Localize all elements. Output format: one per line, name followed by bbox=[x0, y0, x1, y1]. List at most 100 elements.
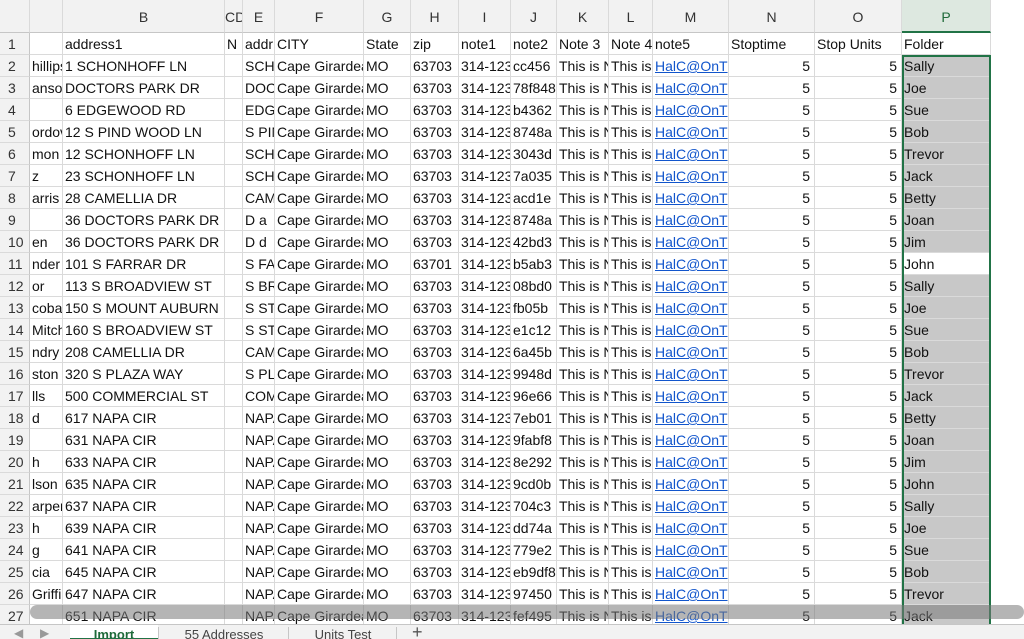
table-cell[interactable]: 5 bbox=[729, 319, 815, 341]
table-cell[interactable]: Jim bbox=[902, 451, 991, 473]
table-cell[interactable]: Bob bbox=[902, 341, 991, 363]
table-cell[interactable]: This is N bbox=[557, 429, 609, 451]
table-cell[interactable]: 63703 bbox=[411, 165, 459, 187]
table-cell[interactable]: John bbox=[902, 253, 991, 275]
table-cell[interactable]: Cape Girardeau bbox=[275, 539, 364, 561]
table-cell[interactable] bbox=[225, 165, 243, 187]
table-cell[interactable]: 647 NAPA CIR bbox=[63, 583, 225, 605]
table-cell[interactable]: 5 bbox=[729, 583, 815, 605]
table-cell[interactable]: Cape Girardeau bbox=[275, 143, 364, 165]
table-cell[interactable]: NAPA bbox=[243, 517, 275, 539]
row-header[interactable]: 4 bbox=[0, 99, 30, 121]
table-cell[interactable]: 28 CAMELLIA DR bbox=[63, 187, 225, 209]
table-cell[interactable]: Cape Girardeau bbox=[275, 253, 364, 275]
table-cell[interactable]: NAPA bbox=[243, 495, 275, 517]
row-header[interactable]: 16 bbox=[0, 363, 30, 385]
table-cell[interactable]: Cape Girardeau bbox=[275, 583, 364, 605]
table-cell[interactable]: z bbox=[30, 165, 63, 187]
table-cell[interactable]: HalC@OnT bbox=[653, 121, 729, 143]
table-cell[interactable]: 631 NAPA CIR bbox=[63, 429, 225, 451]
row-header[interactable]: 26 bbox=[0, 583, 30, 605]
table-cell[interactable]: This is N bbox=[557, 341, 609, 363]
table-cell[interactable]: Joe bbox=[902, 297, 991, 319]
table-cell[interactable]: 5 bbox=[729, 539, 815, 561]
column-header-p[interactable]: P bbox=[902, 0, 991, 33]
table-cell[interactable]: HalC@OnT bbox=[653, 407, 729, 429]
table-cell[interactable]: 5 bbox=[729, 209, 815, 231]
table-cell[interactable]: 6 EDGEWOOD RD bbox=[63, 99, 225, 121]
next-sheet-icon[interactable]: ▶ bbox=[40, 626, 49, 639]
table-cell[interactable]: 42bd3 bbox=[511, 231, 557, 253]
table-cell[interactable]: SCHON bbox=[243, 143, 275, 165]
table-cell[interactable] bbox=[30, 99, 63, 121]
table-cell[interactable]: 314-123 bbox=[459, 209, 511, 231]
table-cell[interactable]: 5 bbox=[815, 121, 902, 143]
table-cell[interactable]: 9cd0b bbox=[511, 473, 557, 495]
table-cell[interactable]: MO bbox=[364, 363, 411, 385]
table-cell[interactable]: 637 NAPA CIR bbox=[63, 495, 225, 517]
table-cell[interactable]: MO bbox=[364, 77, 411, 99]
table-cell[interactable]: or bbox=[30, 275, 63, 297]
table-cell[interactable]: S STE bbox=[243, 319, 275, 341]
table-cell[interactable]: 5 bbox=[729, 517, 815, 539]
table-cell[interactable]: HalC@OnT bbox=[653, 429, 729, 451]
row-header[interactable]: 19 bbox=[0, 429, 30, 451]
horizontal-scrollbar[interactable] bbox=[30, 605, 1024, 619]
column-header-m[interactable]: M bbox=[653, 0, 729, 33]
table-cell[interactable]: This is N bbox=[557, 363, 609, 385]
table-cell[interactable]: 63701 bbox=[411, 253, 459, 275]
table-cell[interactable]: 314-123 bbox=[459, 583, 511, 605]
table-cell[interactable]: MO bbox=[364, 451, 411, 473]
sheet-tab[interactable]: Import bbox=[70, 625, 158, 639]
table-cell[interactable]: This is bbox=[609, 539, 653, 561]
table-cell[interactable]: 5 bbox=[729, 275, 815, 297]
table-cell[interactable]: MO bbox=[364, 517, 411, 539]
column-header-k[interactable]: K bbox=[557, 0, 609, 33]
table-cell[interactable]: 5 bbox=[815, 495, 902, 517]
table-cell[interactable]: 641 NAPA CIR bbox=[63, 539, 225, 561]
table-cell[interactable]: This is N bbox=[557, 407, 609, 429]
table-cell[interactable]: Cape Girardeau bbox=[275, 407, 364, 429]
table-cell[interactable]: 08bd0 bbox=[511, 275, 557, 297]
row-header[interactable]: 24 bbox=[0, 539, 30, 561]
table-cell[interactable]: This is bbox=[609, 385, 653, 407]
table-cell[interactable]: MO bbox=[364, 319, 411, 341]
table-cell[interactable]: 63703 bbox=[411, 99, 459, 121]
table-cell[interactable]: Cape Girardeau bbox=[275, 209, 364, 231]
table-cell[interactable] bbox=[225, 561, 243, 583]
table-cell[interactable]: 9fabf8 bbox=[511, 429, 557, 451]
table-cell[interactable] bbox=[225, 209, 243, 231]
table-cell[interactable]: HalC@OnT bbox=[653, 231, 729, 253]
column-header-b[interactable]: B bbox=[63, 0, 225, 33]
table-cell[interactable]: This is bbox=[609, 429, 653, 451]
table-cell[interactable]: 314-123 bbox=[459, 407, 511, 429]
row-header[interactable]: 11 bbox=[0, 253, 30, 275]
table-cell[interactable]: SCHON bbox=[243, 165, 275, 187]
table-cell[interactable]: 63703 bbox=[411, 231, 459, 253]
table-cell[interactable]: Cape Girardeau bbox=[275, 451, 364, 473]
table-cell[interactable] bbox=[225, 143, 243, 165]
table-cell[interactable]: 320 S PLAZA WAY bbox=[63, 363, 225, 385]
table-cell[interactable]: 314-123 bbox=[459, 143, 511, 165]
table-cell[interactable]: This is bbox=[609, 561, 653, 583]
table-cell[interactable]: 314-123 bbox=[459, 297, 511, 319]
table-cell[interactable]: HalC@OnT bbox=[653, 319, 729, 341]
table-cell[interactable]: HalC@OnT bbox=[653, 275, 729, 297]
row-header[interactable]: 12 bbox=[0, 275, 30, 297]
table-cell[interactable]: HalC@OnT bbox=[653, 253, 729, 275]
header-cell[interactable]: note2 bbox=[511, 33, 557, 55]
table-cell[interactable]: Betty bbox=[902, 407, 991, 429]
table-cell[interactable]: This is N bbox=[557, 275, 609, 297]
header-cell[interactable]: Note 4 bbox=[609, 33, 653, 55]
table-cell[interactable] bbox=[225, 187, 243, 209]
table-cell[interactable]: ndry bbox=[30, 341, 63, 363]
row-header[interactable]: 3 bbox=[0, 77, 30, 99]
table-cell[interactable]: This is N bbox=[557, 77, 609, 99]
table-cell[interactable]: HalC@OnT bbox=[653, 539, 729, 561]
table-cell[interactable]: 5 bbox=[815, 275, 902, 297]
table-cell[interactable]: Jim bbox=[902, 231, 991, 253]
table-cell[interactable]: MO bbox=[364, 429, 411, 451]
table-cell[interactable]: 5 bbox=[729, 429, 815, 451]
table-cell[interactable]: 5 bbox=[729, 495, 815, 517]
table-cell[interactable]: 5 bbox=[729, 121, 815, 143]
